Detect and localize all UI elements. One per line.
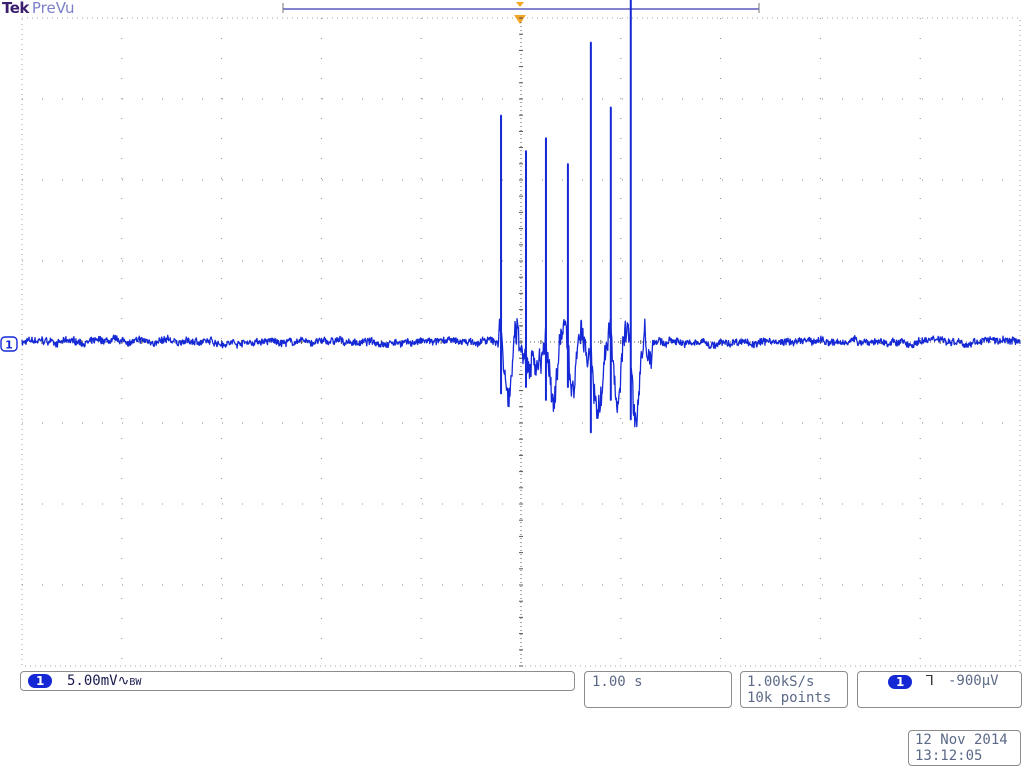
trace-channel-1	[21, 0, 1021, 434]
record-length-bar	[282, 2, 760, 13]
channel-1-marker-label: 1	[5, 339, 13, 352]
time: 13:12:05	[915, 748, 983, 764]
trigger-level: -900µV	[948, 673, 999, 689]
waveform-display: 1	[0, 0, 1021, 667]
falling-edge-icon: ⅂	[926, 673, 934, 689]
series-line	[21, 0, 1021, 434]
trigger-readout[interactable]: 1 ⅂ -900µV	[857, 671, 1022, 708]
date: 12 Nov 2014	[915, 732, 1008, 748]
bandwidth-limit-icon: BW	[129, 677, 142, 688]
record-length: 10k points	[747, 690, 832, 706]
trigger-position-marker[interactable]	[514, 15, 526, 24]
timestamp-readout: 12 Nov 2014 13:12:05	[908, 730, 1021, 766]
acquisition-readout[interactable]: 1.00kS/s 10k points	[740, 671, 848, 708]
record-trigger-marker	[516, 2, 524, 7]
vertical-scale: 5.00mV	[67, 673, 118, 689]
trigger-source-badge: 1	[888, 675, 913, 689]
channel-1-badge: 1	[28, 674, 53, 688]
vertical-scale-readout: 5.00mV∿BW	[67, 672, 141, 692]
horizontal-scale-readout[interactable]: 1.00 s	[584, 671, 732, 708]
sample-rate: 1.00kS/s	[747, 674, 815, 690]
channel-1-settings[interactable]: 1 5.00mV∿BW	[20, 671, 575, 691]
channel-1-ground-marker[interactable]: 1	[0, 336, 18, 352]
time-per-division: 1.00 s	[592, 674, 643, 690]
coupling-icon: ∿	[117, 673, 130, 689]
